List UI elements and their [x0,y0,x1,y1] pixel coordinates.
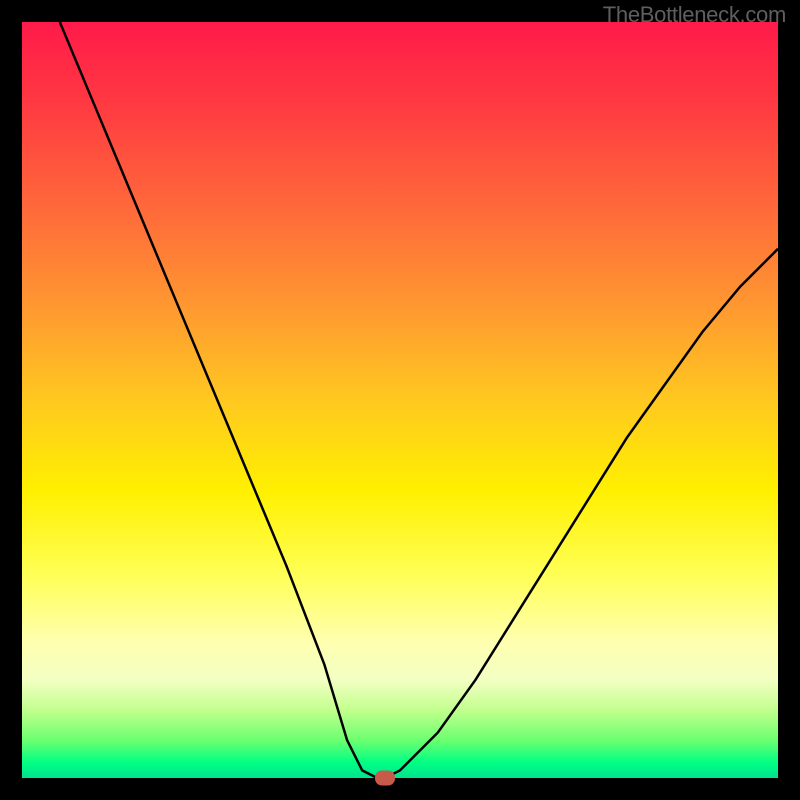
watermark-text: TheBottleneck.com [603,2,786,28]
curve-path [60,22,778,778]
bottleneck-curve [22,22,778,778]
optimum-marker [375,771,395,786]
chart-plot-area [22,22,778,778]
